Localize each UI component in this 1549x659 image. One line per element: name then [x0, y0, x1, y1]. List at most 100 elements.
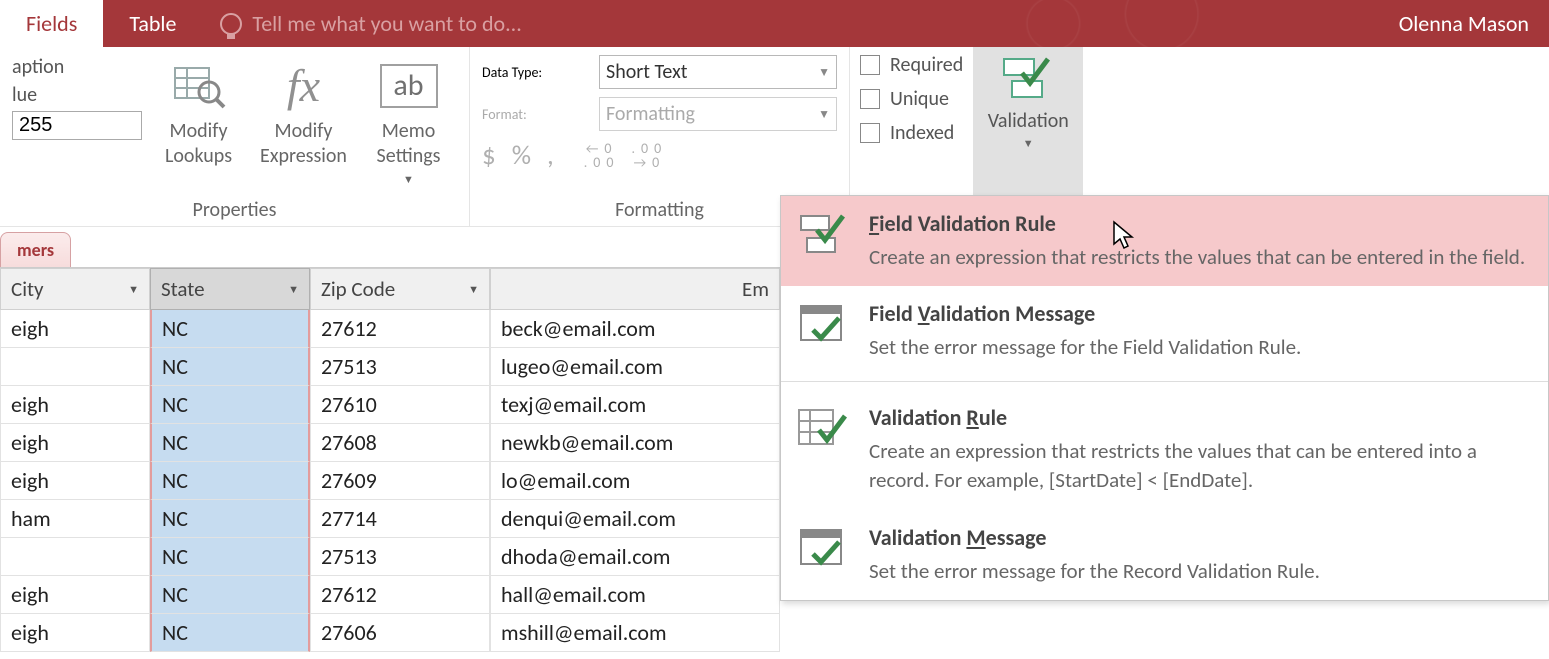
- title-bar: Fields Table Tell me what you want to do…: [0, 0, 1549, 47]
- chevron-down-icon: ▼: [1023, 137, 1034, 150]
- cell-email[interactable]: mshill@email.com: [490, 614, 780, 652]
- column-header-zip[interactable]: Zip Code▼: [310, 268, 490, 310]
- cell-state[interactable]: NC: [150, 424, 310, 462]
- record-validation-message-item[interactable]: Validation Message Set the error message…: [781, 510, 1548, 600]
- column-header-email[interactable]: Em: [490, 268, 780, 310]
- datatype-label: Data Type:: [482, 64, 591, 81]
- field-validation-message-item[interactable]: Field Validation Message Set the error m…: [781, 286, 1548, 376]
- datatype-value: Short Text: [606, 60, 687, 84]
- chevron-down-icon: ▼: [403, 173, 414, 187]
- cell-email[interactable]: hall@email.com: [490, 576, 780, 614]
- format-label: Format:: [482, 106, 591, 123]
- cell-zip[interactable]: 27609: [310, 462, 490, 500]
- chevron-down-icon: ▼: [818, 107, 830, 122]
- required-label: Required: [890, 53, 963, 77]
- cell-city[interactable]: ham: [0, 500, 150, 538]
- validation-message-icon: [795, 300, 851, 350]
- percent-button[interactable]: %: [512, 139, 537, 172]
- cell-state[interactable]: NC: [150, 500, 310, 538]
- tell-me-placeholder: Tell me what you want to do...: [252, 10, 521, 37]
- cell-state[interactable]: NC: [150, 310, 310, 348]
- cell-state[interactable]: NC: [150, 614, 310, 652]
- indexed-checkbox[interactable]: Indexed: [860, 121, 963, 145]
- cell-email[interactable]: beck@email.com: [490, 310, 780, 348]
- field-validation-rule-item[interactable]: Field Validation Rule Create an expressi…: [781, 196, 1548, 286]
- cell-zip[interactable]: 27714: [310, 500, 490, 538]
- cell-state[interactable]: NC: [150, 538, 310, 576]
- cell-email[interactable]: lo@email.com: [490, 462, 780, 500]
- cell-city[interactable]: eigh: [0, 576, 150, 614]
- cell-zip[interactable]: 27612: [310, 576, 490, 614]
- modify-lookups-button[interactable]: Modify Lookups: [150, 55, 247, 192]
- cell-city[interactable]: [0, 348, 150, 386]
- cell-city[interactable]: eigh: [0, 424, 150, 462]
- cell-state[interactable]: NC: [150, 348, 310, 386]
- cell-email[interactable]: denqui@email.com: [490, 500, 780, 538]
- record-validation-rule-item[interactable]: Validation Rule Create an expression tha…: [781, 381, 1548, 510]
- increase-decimals-button[interactable]: ←0.00: [584, 142, 620, 170]
- cell-email[interactable]: newkb@email.com: [490, 424, 780, 462]
- record-validation-rule-desc: Create an expression that restricts the …: [869, 437, 1526, 496]
- sheet-tab-customers[interactable]: mers: [0, 232, 71, 267]
- memo-settings-label: Memo Settings: [377, 119, 441, 169]
- validation-dropdown: Field Validation Rule Create an expressi…: [780, 195, 1549, 601]
- cell-state[interactable]: NC: [150, 462, 310, 500]
- datasheet: City▼ State▼ Zip Code▼ Em eighNC27612bec…: [0, 267, 780, 652]
- value-label: lue: [12, 83, 142, 107]
- required-checkbox[interactable]: Required: [860, 53, 963, 77]
- column-header-state[interactable]: State▼: [150, 268, 310, 310]
- unique-label: Unique: [890, 87, 949, 111]
- caption-label: aption: [12, 55, 142, 79]
- cell-city[interactable]: eigh: [0, 310, 150, 348]
- modify-lookups-label: Modify Lookups: [165, 119, 232, 169]
- record-validation-message-desc: Set the error message for the Record Val…: [869, 557, 1320, 586]
- format-select[interactable]: Formatting ▼: [599, 97, 837, 131]
- cell-zip[interactable]: 27513: [310, 348, 490, 386]
- currency-button[interactable]: $: [482, 139, 502, 172]
- tab-fields[interactable]: Fields: [0, 0, 103, 47]
- validation-icon: [998, 53, 1058, 109]
- properties-group-label: Properties: [12, 192, 457, 222]
- validation-label: Validation: [988, 109, 1069, 133]
- cell-state[interactable]: NC: [150, 576, 310, 614]
- checkbox-icon: [860, 89, 880, 109]
- checkbox-icon: [860, 55, 880, 75]
- chevron-down-icon: ▼: [128, 283, 139, 296]
- user-name[interactable]: Olenna Mason: [1399, 10, 1529, 37]
- unique-checkbox[interactable]: Unique: [860, 87, 963, 111]
- cell-city[interactable]: [0, 538, 150, 576]
- cell-state[interactable]: NC: [150, 386, 310, 424]
- cell-zip[interactable]: 27606: [310, 614, 490, 652]
- cell-zip[interactable]: 27513: [310, 538, 490, 576]
- cell-zip[interactable]: 27608: [310, 424, 490, 462]
- format-value: Formatting: [606, 102, 695, 126]
- chevron-down-icon: ▼: [468, 283, 479, 296]
- cell-zip[interactable]: 27610: [310, 386, 490, 424]
- checkbox-icon: [860, 123, 880, 143]
- decrease-decimals-button[interactable]: .00→0: [631, 142, 667, 170]
- fx-icon: fx: [272, 57, 336, 115]
- field-size-input[interactable]: [12, 111, 142, 140]
- cell-city[interactable]: eigh: [0, 614, 150, 652]
- lookup-icon: [167, 57, 231, 115]
- record-validation-message-icon: [795, 524, 851, 574]
- chevron-down-icon: ▼: [818, 65, 830, 80]
- cell-email[interactable]: dhoda@email.com: [490, 538, 780, 576]
- validation-rule-icon: [795, 210, 851, 260]
- memo-settings-button[interactable]: ab Memo Settings ▼: [360, 55, 457, 192]
- cell-city[interactable]: eigh: [0, 462, 150, 500]
- cell-email[interactable]: texj@email.com: [490, 386, 780, 424]
- comma-button[interactable]: ,: [547, 139, 560, 172]
- cell-city[interactable]: eigh: [0, 386, 150, 424]
- tab-table[interactable]: Table: [103, 0, 202, 47]
- cell-zip[interactable]: 27612: [310, 310, 490, 348]
- column-header-city[interactable]: City▼: [0, 268, 150, 310]
- field-validation-message-desc: Set the error message for the Field Vali…: [869, 333, 1301, 362]
- record-validation-rule-icon: [795, 404, 851, 454]
- indexed-label: Indexed: [890, 121, 954, 145]
- datatype-select[interactable]: Short Text ▼: [599, 55, 837, 89]
- modify-expression-label: Modify Expression: [260, 119, 347, 169]
- modify-expression-button[interactable]: fx Modify Expression: [255, 55, 352, 192]
- cell-email[interactable]: lugeo@email.com: [490, 348, 780, 386]
- tell-me-search[interactable]: Tell me what you want to do...: [202, 10, 521, 37]
